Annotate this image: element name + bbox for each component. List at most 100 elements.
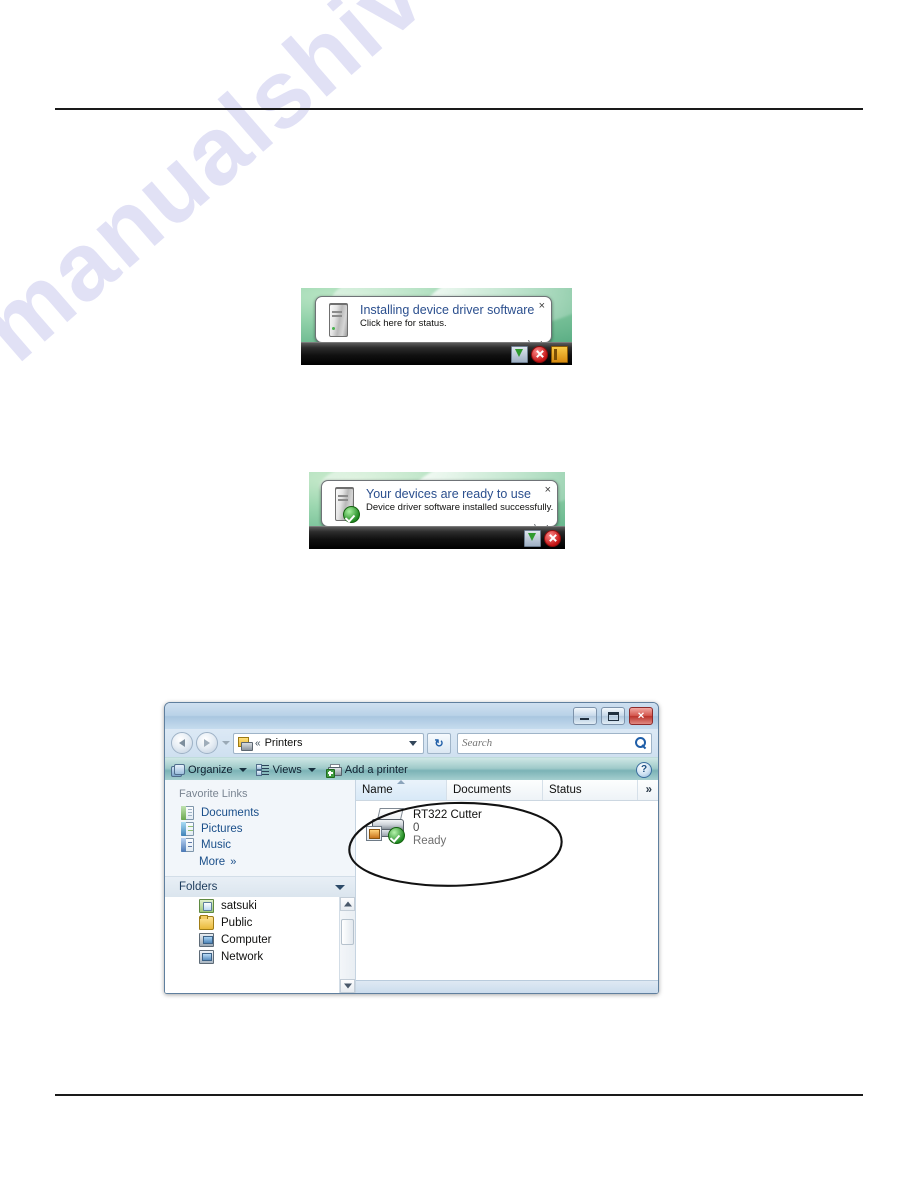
- tree-item-label: Network: [221, 950, 264, 963]
- window-body: Favorite Links Documents Pictures Music …: [165, 780, 658, 993]
- printer-status: Ready: [413, 835, 447, 847]
- close-icon[interactable]: ×: [545, 485, 551, 496]
- column-header-documents[interactable]: Documents: [447, 780, 543, 800]
- search-icon[interactable]: [635, 737, 647, 749]
- tree-scrollbar[interactable]: [339, 897, 355, 993]
- breadcrumb-separator: «: [255, 737, 261, 749]
- tree-item-computer[interactable]: Computer: [165, 931, 355, 948]
- notification-balloon[interactable]: Your devices are ready to use Device dri…: [321, 480, 558, 546]
- sidebar-item-label: Pictures: [201, 823, 243, 835]
- organize-button[interactable]: Organize: [171, 763, 247, 777]
- chevron-down-icon[interactable]: [409, 740, 417, 746]
- system-tray: [511, 345, 568, 363]
- shared-printer-default-icon: [366, 808, 406, 844]
- help-icon: ?: [640, 763, 648, 775]
- column-label: Status: [549, 784, 582, 796]
- sidebar-item-music[interactable]: Music: [165, 837, 355, 853]
- notification-balloon[interactable]: Installing device driver software Click …: [315, 296, 552, 362]
- footer-rule: [55, 1094, 863, 1096]
- taskbar: [301, 342, 572, 365]
- breadcrumb-path: Printers: [264, 737, 303, 749]
- network-icon: [199, 949, 214, 964]
- tree-item-label: Computer: [221, 933, 272, 946]
- minimize-button[interactable]: [573, 707, 597, 725]
- sidebar-item-more[interactable]: More »: [165, 853, 355, 871]
- manual-page: manualshive.com Installing device driver…: [0, 0, 918, 1188]
- views-label: Views: [272, 763, 302, 776]
- install-progress-tray-icon[interactable]: [524, 529, 541, 547]
- header-rule: [55, 108, 863, 110]
- printers-explorer-window: ✕ « Printers ↻ Search Organize Views Add…: [164, 702, 659, 994]
- close-icon[interactable]: ×: [539, 301, 545, 312]
- tree-item-satsuki[interactable]: satsuki: [165, 897, 355, 914]
- action-center-flag-tray-icon[interactable]: [551, 345, 568, 363]
- sidebar-item-label: Documents: [201, 807, 260, 819]
- status-bar: [356, 980, 658, 993]
- computer-tower-icon: [325, 303, 351, 337]
- sidebar-item-pictures[interactable]: Pictures: [165, 821, 355, 837]
- column-label: Documents: [453, 784, 512, 796]
- navigation-bar: « Printers ↻: [165, 729, 658, 757]
- chevron-double-right-icon: »: [230, 856, 237, 868]
- close-icon: ✕: [637, 710, 645, 721]
- balloon-title: Your devices are ready to use: [366, 487, 531, 501]
- scroll-down-button[interactable]: [340, 979, 355, 993]
- pictures-icon: [181, 822, 194, 836]
- installing-driver-balloon: Installing device driver software Click …: [301, 288, 572, 365]
- more-label: More: [199, 856, 226, 868]
- search-box[interactable]: [457, 732, 652, 754]
- favorite-links-header: Favorite Links: [179, 788, 248, 800]
- column-header-status[interactable]: Status: [543, 780, 638, 800]
- balloon-subtitle: Click here for status.: [360, 318, 447, 329]
- printer-name: RT322 Cutter: [413, 809, 482, 821]
- user-folder-icon: [199, 898, 214, 913]
- add-printer-button[interactable]: Add a printer: [325, 763, 408, 778]
- address-bar[interactable]: « Printers: [233, 732, 424, 754]
- chevron-down-icon: [238, 767, 247, 772]
- printer-documents: 0: [413, 822, 420, 834]
- command-toolbar: Organize Views Add a printer ?: [165, 757, 658, 782]
- refresh-icon: ↻: [434, 737, 444, 750]
- refresh-button[interactable]: ↻: [427, 732, 451, 754]
- recent-pages-dropdown-icon[interactable]: [221, 733, 230, 753]
- music-icon: [181, 838, 194, 852]
- add-printer-label: Add a printer: [344, 763, 408, 776]
- security-alert-tray-icon[interactable]: [544, 529, 561, 547]
- back-button[interactable]: [171, 732, 193, 754]
- column-header-more[interactable]: »: [638, 780, 658, 800]
- chevron-down-icon: [307, 767, 316, 772]
- help-button[interactable]: ?: [636, 761, 652, 778]
- column-header-name[interactable]: Name: [356, 780, 447, 800]
- forward-button[interactable]: [196, 732, 218, 754]
- chevron-down-icon[interactable]: [335, 884, 345, 890]
- folder-icon: [199, 914, 214, 930]
- folders-section-header[interactable]: Folders: [165, 876, 355, 897]
- sidebar-item-documents[interactable]: Documents: [165, 805, 355, 821]
- organize-label: Organize: [188, 763, 233, 776]
- documents-icon: [181, 806, 194, 820]
- install-progress-tray-icon[interactable]: [511, 345, 528, 363]
- views-button[interactable]: Views: [255, 763, 316, 776]
- column-label: »: [645, 784, 652, 796]
- computer-icon: [199, 932, 214, 947]
- tree-item-label: satsuki: [221, 899, 257, 912]
- sidebar-item-label: Music: [201, 839, 232, 851]
- folders-label: Folders: [179, 881, 218, 893]
- search-input[interactable]: [462, 737, 635, 749]
- list-item[interactable]: RT322 Cutter 0 Ready: [356, 801, 658, 847]
- devices-ready-balloon: Your devices are ready to use Device dri…: [309, 472, 565, 549]
- add-printer-icon: [325, 763, 342, 778]
- tree-item-network[interactable]: Network: [165, 948, 355, 965]
- column-label: Name: [362, 784, 393, 796]
- scroll-up-button[interactable]: [340, 897, 355, 911]
- tree-item-public[interactable]: Public: [165, 914, 355, 931]
- printers-folder-icon: [238, 736, 253, 751]
- close-button[interactable]: ✕: [629, 707, 653, 725]
- tree-item-label: Public: [221, 916, 253, 929]
- taskbar: [309, 526, 565, 549]
- security-alert-tray-icon[interactable]: [531, 345, 548, 363]
- navigation-pane: Favorite Links Documents Pictures Music …: [165, 780, 356, 993]
- scrollbar-thumb[interactable]: [341, 919, 354, 945]
- maximize-button[interactable]: [601, 707, 625, 725]
- balloon-title: Installing device driver software: [360, 303, 535, 317]
